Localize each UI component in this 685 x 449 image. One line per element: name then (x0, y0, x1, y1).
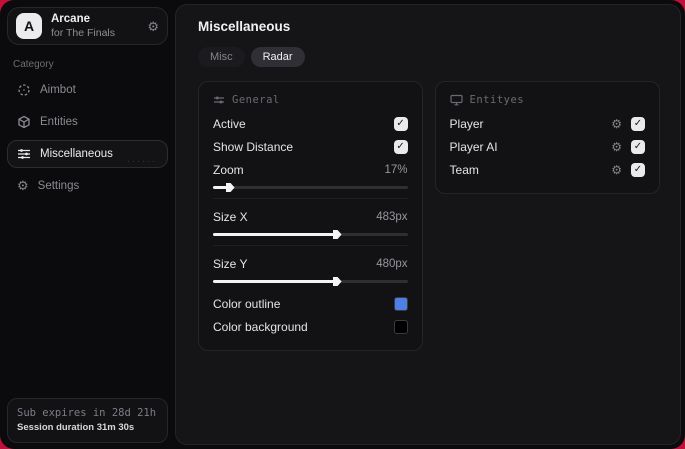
sub-expiry-text: Sub expires in 28d 21h (17, 407, 157, 420)
show-distance-checkbox[interactable]: ✓ (393, 139, 408, 154)
entities-card-header: Entityes (449, 94, 645, 106)
checkmark-icon: ✓ (633, 117, 643, 129)
sidebar: A Arcane for The Finals ⚙ Category Aimbo… (0, 0, 175, 449)
sidebar-item-miscellaneous[interactable]: Miscellaneous ······ (7, 140, 168, 168)
checkmark-icon: ✓ (633, 140, 643, 152)
setting-row-color-outline: Color outline (213, 292, 408, 315)
color-outline-swatch[interactable] (393, 296, 408, 311)
setting-row-active: Active ✓ (213, 112, 408, 135)
sliders-icon (18, 149, 30, 159)
size-y-slider-fill (213, 277, 342, 286)
sidebar-item-label: Miscellaneous (40, 148, 113, 160)
size-x-slider[interactable] (213, 230, 408, 239)
size-y-slider-thumb[interactable] (332, 277, 342, 286)
size-x-slider-thumb[interactable] (332, 230, 342, 239)
subscription-card: Sub expires in 28d 21h Session duration … (7, 398, 168, 443)
page-title: Miscellaneous (198, 19, 291, 34)
setting-label: Size X (213, 209, 248, 224)
header-gear-icon[interactable]: ⚙ (147, 20, 159, 33)
entities-card: Entityes Player ⚙ ✓ Player AI ⚙ ✓ Team ⚙… (434, 81, 660, 194)
player-ai-checkbox[interactable]: ✓ (631, 139, 645, 154)
size-y-value: 480px (376, 257, 408, 270)
tab-misc[interactable]: Misc (198, 47, 245, 67)
monitor-icon (449, 94, 463, 106)
session-duration-text: Session duration 31m 30s (17, 422, 135, 434)
screen: A Arcane for The Finals ⚙ Category Aimbo… (0, 0, 685, 449)
sliders-horizontal-icon (214, 96, 224, 104)
sidebar-item-settings[interactable]: ⚙ Settings (7, 172, 168, 199)
crosshair-icon (18, 84, 30, 96)
checkmark-icon: ✓ (633, 163, 643, 175)
zoom-value: 17% (384, 163, 408, 176)
setting-label: Zoom (213, 162, 244, 177)
team-checkbox[interactable]: ✓ (631, 162, 645, 177)
active-checkbox[interactable]: ✓ (393, 116, 408, 131)
setting-row-size-x: Size X 483px (213, 205, 408, 228)
player-ai-gear-icon[interactable]: ⚙ (611, 141, 622, 153)
player-checkbox[interactable]: ✓ (631, 116, 645, 131)
checkmark-icon: ✓ (396, 117, 405, 129)
general-card-title: General (232, 94, 280, 106)
size-y-slider[interactable] (213, 277, 408, 286)
entity-row-player-ai: Player AI ⚙ ✓ (450, 135, 645, 158)
general-card: General Active ✓ Show Distance ✓ Zoom 17… (198, 81, 423, 351)
app-subtitle: for The Finals (51, 26, 115, 39)
entities-card-title: Entityes (469, 94, 525, 106)
sidebar-item-label: Settings (37, 179, 80, 192)
setting-row-color-background: Color background (213, 315, 408, 338)
divider (213, 198, 408, 199)
entity-label: Team (449, 162, 479, 177)
category-label: Category (13, 59, 54, 70)
team-gear-icon[interactable]: ⚙ (611, 164, 622, 176)
panels-row: General Active ✓ Show Distance ✓ Zoom 17… (198, 81, 660, 351)
sidebar-nav: Aimbot Entities Miscellaneous ······ ⚙ S… (7, 76, 168, 199)
general-card-header: General (213, 94, 408, 106)
setting-label: Color background (213, 319, 308, 334)
sidebar-item-label: Aimbot (40, 84, 76, 96)
setting-label: Size Y (213, 256, 248, 271)
entity-label: Player AI (449, 139, 498, 154)
tab-bar: Misc Radar (198, 47, 660, 67)
setting-row-zoom: Zoom 17% (213, 158, 408, 181)
entity-row-team: Team ⚙ ✓ (450, 158, 645, 181)
sidebar-item-label: Entities (40, 116, 78, 128)
setting-row-size-y: Size Y 480px (213, 252, 408, 275)
main-panel: Miscellaneous Misc Radar General Active (175, 4, 681, 445)
setting-label: Show Distance (213, 139, 294, 154)
sidebar-item-entities[interactable]: Entities (7, 108, 168, 136)
checkmark-icon: ✓ (396, 140, 405, 152)
color-background-swatch[interactable] (393, 319, 408, 334)
zoom-slider[interactable] (213, 183, 408, 192)
cube-icon (18, 115, 30, 129)
gear-icon: ⚙ (17, 178, 29, 193)
divider (213, 245, 408, 246)
sidebar-item-aimbot[interactable]: Aimbot (7, 76, 168, 104)
size-x-slider-fill (213, 230, 342, 239)
app-logo: A (16, 13, 42, 39)
setting-row-show-distance: Show Distance ✓ (213, 135, 408, 158)
dots-decoration: ······ (127, 156, 157, 166)
zoom-slider-thumb[interactable] (225, 183, 235, 192)
entity-row-player: Player ⚙ ✓ (450, 112, 645, 135)
entity-label: Player (449, 116, 484, 131)
size-x-value: 483px (376, 210, 408, 223)
player-gear-icon[interactable]: ⚙ (611, 118, 622, 130)
tab-radar[interactable]: Radar (250, 47, 305, 67)
setting-label: Active (213, 116, 246, 131)
app-header-card: A Arcane for The Finals ⚙ (7, 7, 168, 45)
app-window: A Arcane for The Finals ⚙ Category Aimbo… (0, 0, 685, 449)
app-name: Arcane (51, 13, 90, 26)
app-header-text: Arcane for The Finals (51, 13, 138, 38)
setting-label: Color outline (213, 296, 281, 311)
zoom-slider-fill (213, 183, 235, 192)
